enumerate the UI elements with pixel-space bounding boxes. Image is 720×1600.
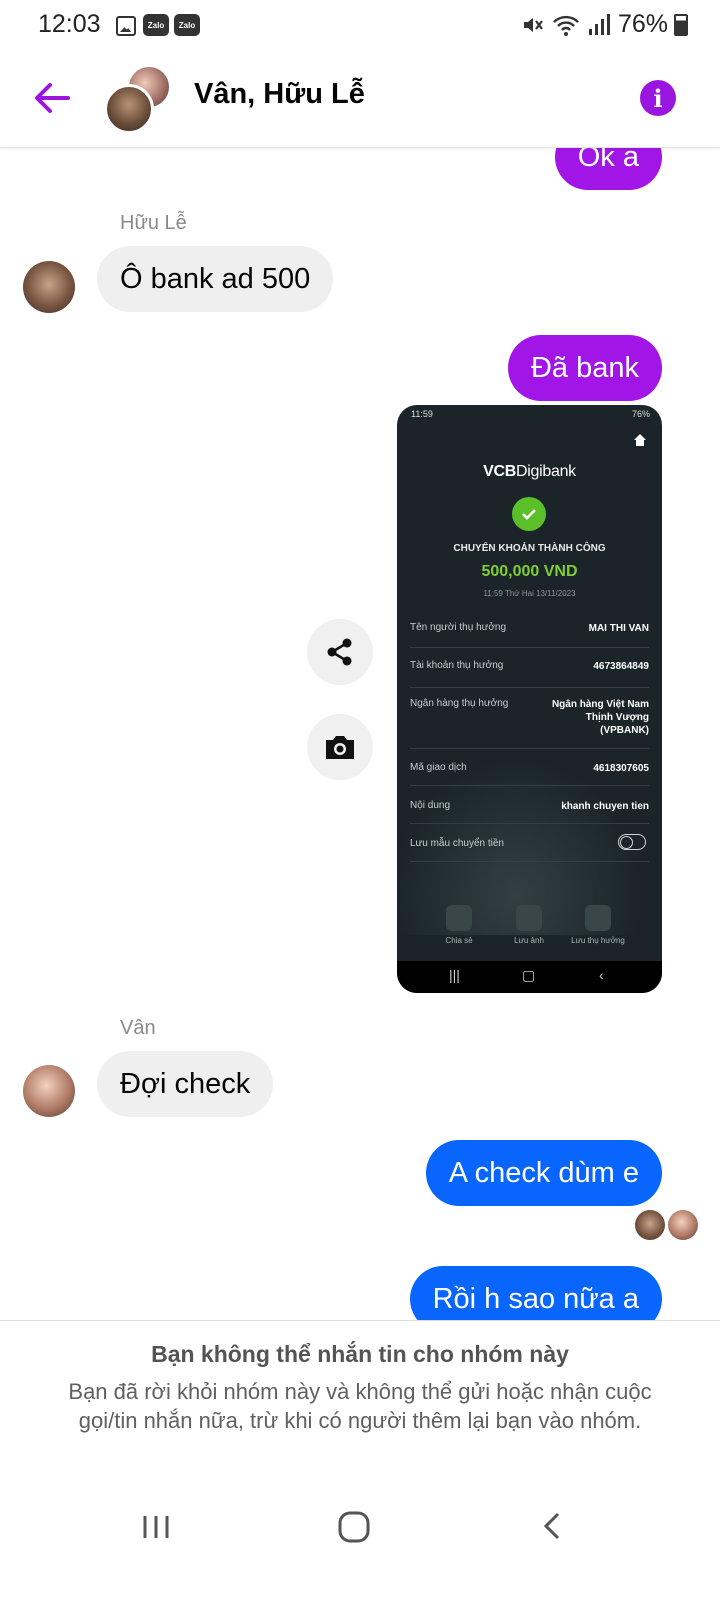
battery-percent: 76% (617, 10, 668, 38)
read-receipt-avatar (635, 1210, 665, 1240)
detail-row: Tên người thụ hưởng MAI THI VAN (410, 622, 649, 648)
message-bubble-outgoing[interactable]: Đã bank (507, 335, 662, 401)
info-button[interactable]: i (640, 80, 676, 116)
avatar (104, 84, 154, 134)
transfer-amount: 500,000 VND (481, 563, 578, 580)
camera-icon (516, 905, 542, 931)
transfer-status: CHUYỂN KHOẢN THÀNH CÔNG (453, 543, 606, 554)
message-bubble-outgoing[interactable]: Rồi h sao nữa a (409, 1266, 662, 1320)
recents-button[interactable] (140, 1506, 172, 1546)
recents-icon: ||| (449, 967, 460, 983)
avatar[interactable] (23, 1065, 75, 1117)
detail-label: Tài khoản thụ hưởng (410, 660, 504, 671)
detail-value: MAI THI VAN (588, 623, 649, 634)
user-icon (585, 905, 611, 931)
detail-label: Nội dung (410, 800, 451, 811)
image-action: Lưu thụ hưởng (568, 905, 628, 945)
group-avatar[interactable] (104, 64, 174, 134)
brand-bold: VCB (483, 463, 517, 480)
shared-image[interactable]: 11:59 76% VCBDigibank CHUYỂN KHOẢN THÀNH… (397, 405, 662, 993)
action-label: Lưu thụ hưởng (571, 936, 625, 945)
message-bubble-incoming[interactable]: Đợi check (97, 1051, 274, 1117)
detail-value: 4673864849 (593, 661, 649, 672)
notice-title: Bạn không thể nhắn tin cho nhóm này (151, 1341, 569, 1367)
message-bubble-incoming[interactable]: Ô bank ad 500 (97, 246, 334, 312)
image-action: Chia sẻ (429, 905, 489, 945)
message-bubble-outgoing[interactable]: A check dùm e (425, 1140, 662, 1206)
save-photo-button[interactable] (307, 714, 373, 780)
info-icon: i (653, 83, 663, 113)
image-status-time: 11:59 (411, 409, 433, 419)
detail-row: Mã giao dịch 4618307605 (410, 762, 649, 786)
back-nav-button[interactable] (540, 1506, 564, 1546)
sender-name: Vân (120, 1017, 156, 1039)
detail-row: Nội dung khanh chuyen tien (410, 800, 649, 824)
brand-rest: Digibank (516, 463, 576, 480)
camera-icon (326, 736, 354, 759)
zalo-icon: Zalo (174, 14, 200, 36)
read-receipt-avatar (668, 1210, 698, 1240)
chat-header: Vân, Hữu Lễ i (0, 52, 720, 148)
sender-name: Hữu Lễ (120, 212, 187, 234)
share-icon (446, 905, 472, 931)
message-list[interactable]: Ok a Hữu Lễ Ô bank ad 500 Đã bank 11:59 … (0, 148, 720, 1320)
home-button[interactable] (336, 1506, 372, 1546)
wifi-icon (553, 15, 579, 36)
arrow-left-icon (35, 83, 70, 113)
detail-label: Ngân hàng thụ hưởng (410, 698, 509, 709)
detail-label: Tên người thụ hưởng (410, 622, 507, 633)
message-bubble-outgoing[interactable]: Ok a (554, 148, 662, 190)
image-nav-bar: ||| ▢ ‹ (397, 961, 662, 993)
detail-row: Lưu mẫu chuyển tiền (410, 838, 649, 862)
image-status-battery: 76% (631, 409, 650, 419)
home-icon: ▢ (522, 967, 536, 983)
back-icon: ‹ (599, 967, 604, 983)
detail-row: Tài khoản thụ hưởng 4673864849 (410, 660, 649, 688)
share-icon (327, 638, 352, 666)
mute-icon (523, 17, 543, 32)
avatar[interactable] (23, 261, 75, 313)
share-button[interactable] (307, 619, 373, 685)
detail-value: khanh chuyen tien (561, 801, 649, 812)
detail-row: Ngân hàng thụ hưởng Ngân hàng Việt Nam T… (410, 698, 649, 749)
image-action: Lưu ảnh (499, 905, 559, 945)
battery-icon (674, 14, 688, 36)
gallery-icon (116, 16, 136, 36)
detail-value: 4618307605 (593, 763, 649, 774)
zalo-icon: Zalo (143, 14, 169, 36)
transfer-date: 11:59 Thứ Hai 13/11/2023 (483, 589, 576, 598)
success-check-icon (512, 497, 546, 531)
action-label: Chia sẻ (445, 936, 473, 945)
home-icon (634, 434, 646, 446)
detail-label: Mã giao dịch (410, 762, 467, 773)
chat-title[interactable]: Vân, Hữu Lễ (194, 78, 365, 111)
bank-logo: VCBDigibank (397, 463, 662, 481)
notice-body: Bạn đã rời khỏi nhóm này và không thể gử… (68, 1379, 652, 1433)
status-time: 12:03 (38, 10, 101, 38)
action-label: Lưu ảnh (514, 936, 544, 945)
signal-icon (588, 13, 610, 35)
detail-label: Lưu mẫu chuyển tiền (410, 838, 504, 849)
save-template-toggle (618, 834, 646, 850)
system-nav-bar (0, 1488, 720, 1568)
detail-value: Ngân hàng Việt Nam Thịnh Vượng (VPBANK) (551, 699, 649, 736)
status-bar: 12:03 Zalo Zalo 76% (0, 0, 720, 52)
back-button[interactable] (30, 76, 74, 120)
